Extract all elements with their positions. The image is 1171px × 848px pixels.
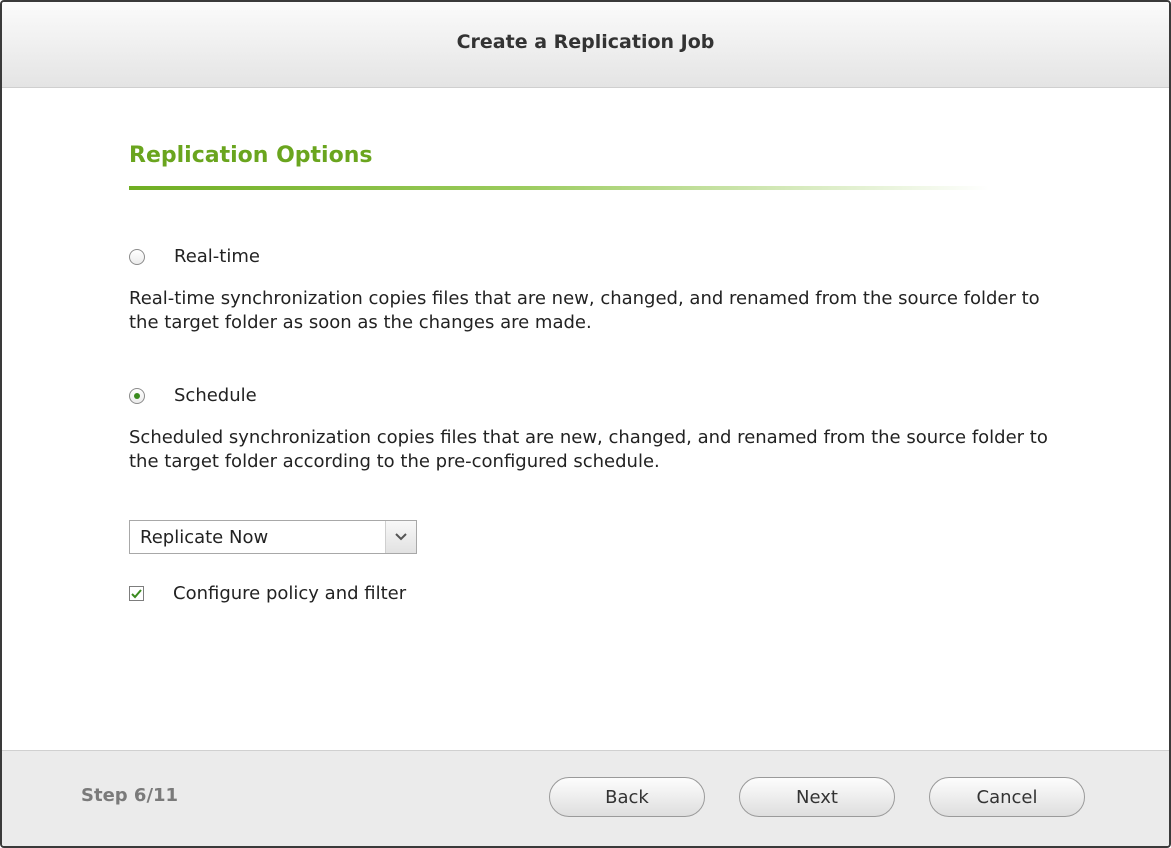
chevron-down-icon[interactable] (385, 521, 416, 553)
next-button[interactable]: Next (739, 777, 895, 817)
dialog-content: Replication Options Real-time Real-time … (2, 88, 1169, 751)
replication-dialog: Create a Replication Job Replication Opt… (0, 0, 1171, 848)
dialog-footer: Step 6/11 Back Next Cancel (2, 750, 1169, 846)
checkmark-icon (131, 588, 142, 598)
section-title: Replication Options (129, 143, 373, 168)
realtime-label: Real-time (174, 246, 260, 267)
realtime-description: Real-time synchronization copies files t… (129, 288, 1040, 333)
realtime-radio[interactable] (129, 248, 145, 265)
back-button[interactable]: Back (549, 777, 705, 817)
schedule-select-value: Replicate Now (140, 526, 269, 548)
cancel-button[interactable]: Cancel (929, 777, 1085, 817)
policy-filter-label: Configure policy and filter (173, 583, 407, 604)
schedule-description: Scheduled synchronization copies files t… (129, 427, 1048, 472)
section-divider (129, 186, 989, 190)
radio-selected-dot (134, 392, 140, 399)
schedule-option[interactable]: Schedule (129, 385, 257, 406)
schedule-label: Schedule (174, 385, 257, 406)
policy-filter-checkbox[interactable] (129, 586, 144, 601)
policy-filter-option[interactable]: Configure policy and filter (129, 583, 406, 604)
schedule-select[interactable]: Replicate Now (129, 520, 417, 554)
dialog-titlebar: Create a Replication Job (2, 2, 1169, 88)
dialog-title: Create a Replication Job (456, 30, 715, 53)
realtime-option[interactable]: Real-time (129, 246, 260, 267)
step-indicator: Step 6/11 (81, 785, 179, 806)
schedule-radio[interactable] (129, 387, 145, 404)
